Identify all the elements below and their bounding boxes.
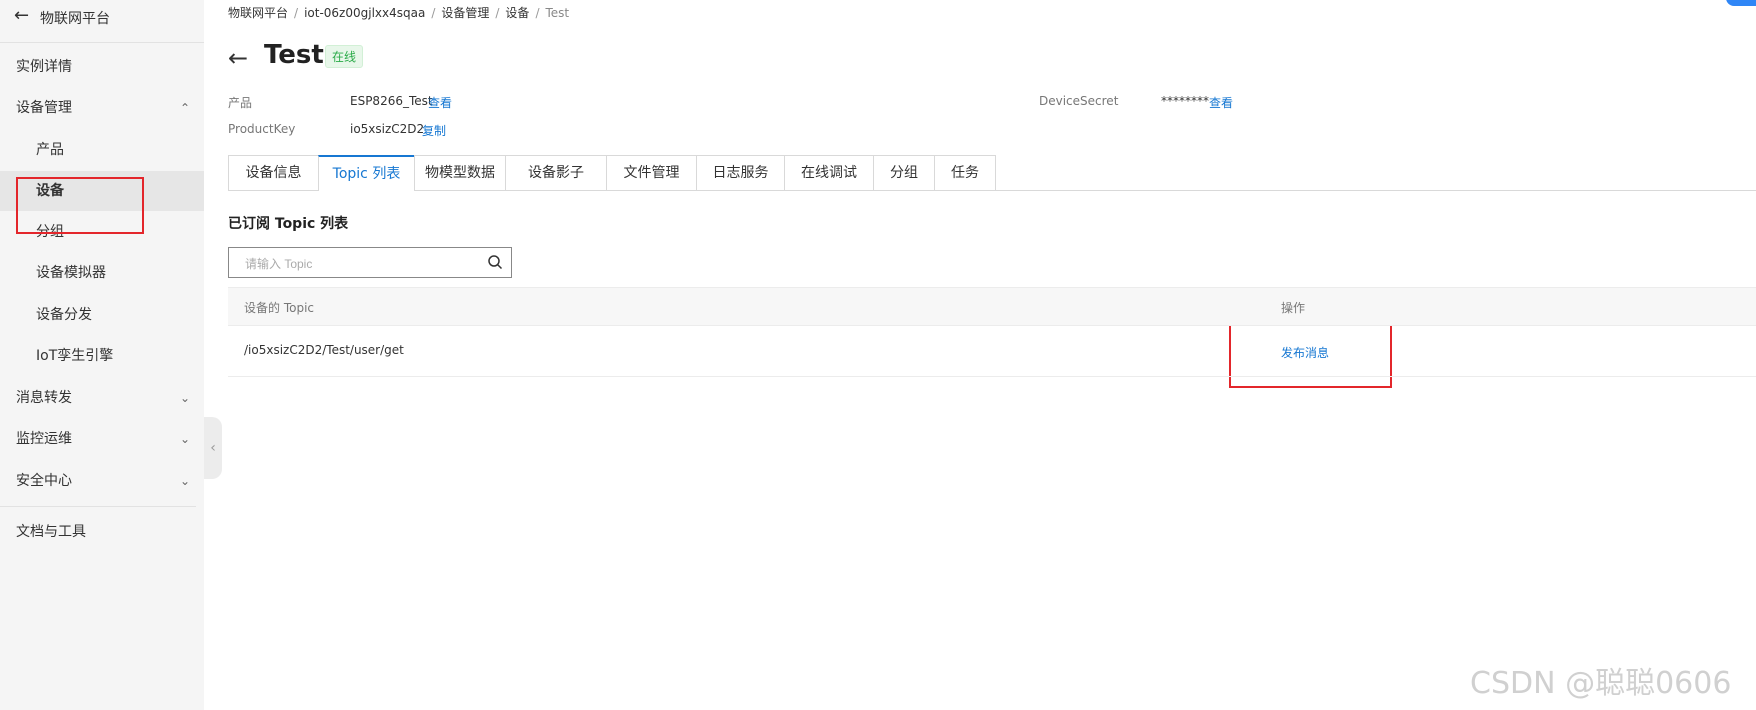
table-row: /io5xsizC2D2/Test/user/get 发布消息 <box>228 325 1756 377</box>
sidebar-item-label: 设备分发 <box>36 307 92 323</box>
breadcrumb-item[interactable]: iot-06z00gjlxx4sqaa <box>304 6 425 20</box>
product-value: ESP8266_Test <box>350 94 433 108</box>
tab-online-debug[interactable]: 在线调试 <box>784 155 874 190</box>
tab-topic-list[interactable]: Topic 列表 <box>318 155 415 191</box>
table-header: 设备的 Topic 操作 <box>228 287 1756 326</box>
devicesecret-view-link[interactable]: 查看 <box>1209 94 1233 111</box>
page-title: Test <box>264 40 324 70</box>
chevron-down-icon: ⌄ <box>180 391 191 405</box>
chevron-down-icon: ⌄ <box>180 474 191 488</box>
sidebar-header: ← 物联网平台 <box>0 0 204 43</box>
topic-search-box <box>228 247 512 278</box>
sidebar-item-device-management[interactable]: 设备管理 ⌃ <box>0 88 204 128</box>
chevron-down-icon: ⌄ <box>180 432 191 446</box>
chevron-left-icon: ‹ <box>210 440 216 456</box>
topic-search-input[interactable] <box>243 254 477 274</box>
tab-group[interactable]: 分组 <box>873 155 935 190</box>
tab-device-shadow[interactable]: 设备影子 <box>505 155 607 190</box>
section-title: 已订阅 Topic 列表 <box>228 216 349 232</box>
sidebar-item-product[interactable]: 产品 <box>0 130 204 170</box>
sidebar-item-label: 安全中心 <box>16 473 72 489</box>
publish-message-link[interactable]: 发布消息 <box>1281 344 1329 361</box>
sidebar-item-label: 文档与工具 <box>16 524 86 540</box>
sidebar-item-instance-detail[interactable]: 实例详情 <box>0 47 204 87</box>
column-header-actions: 操作 <box>1281 301 1306 315</box>
productkey-copy-link[interactable]: 复制 <box>422 122 446 139</box>
productkey-label: ProductKey <box>228 122 296 136</box>
search-icon[interactable] <box>487 254 503 270</box>
sidebar-item-label: 设备管理 <box>16 100 72 116</box>
status-badge: 在线 <box>325 45 364 68</box>
product-label: 产品 <box>228 96 253 110</box>
breadcrumb-item[interactable]: 物联网平台 <box>228 6 288 20</box>
tab-thing-model-data[interactable]: 物模型数据 <box>414 155 506 190</box>
breadcrumb-item[interactable]: 设备管理 <box>441 6 489 20</box>
sidebar-item-device-distribution[interactable]: 设备分发 <box>0 295 204 335</box>
annotation-box-device <box>16 177 144 234</box>
sidebar-item-docs-tools[interactable]: 文档与工具 <box>0 512 204 552</box>
sidebar-item-label: IoT孪生引擎 <box>36 348 114 364</box>
tab-log-service[interactable]: 日志服务 <box>696 155 785 190</box>
breadcrumb-item[interactable]: 设备 <box>505 6 529 20</box>
sidebar-item-device-simulator[interactable]: 设备模拟器 <box>0 253 204 293</box>
sidebar-item-label: 实例详情 <box>16 59 72 75</box>
productkey-value: io5xsizC2D2 <box>350 122 425 136</box>
watermark: CSDN @聪聪0606 <box>1470 666 1732 701</box>
chevron-up-icon: ⌃ <box>180 101 191 115</box>
sidebar-item-label: 产品 <box>36 142 64 158</box>
tab-task[interactable]: 任务 <box>934 155 996 190</box>
breadcrumb: 物联网平台 / iot-06z00gjlxx4sqaa / 设备管理 / 设备 / Test <box>228 6 570 20</box>
sidebar-collapse-handle[interactable]: ‹ <box>204 417 222 479</box>
topic-cell: /io5xsizC2D2/Test/user/get <box>244 343 404 357</box>
arrow-left-icon[interactable]: ← <box>14 5 29 26</box>
back-arrow-icon[interactable]: ← <box>228 44 248 72</box>
sidebar-title: 物联网平台 <box>40 11 110 27</box>
corner-button[interactable] <box>1726 0 1756 6</box>
sidebar-item-security-center[interactable]: 安全中心 ⌄ <box>0 461 204 501</box>
product-view-link[interactable]: 查看 <box>428 94 452 111</box>
breadcrumb-item-current: Test <box>545 6 570 20</box>
sidebar-item-label: 消息转发 <box>16 390 72 406</box>
sidebar-item-label: 设备模拟器 <box>36 265 106 281</box>
tab-file-management[interactable]: 文件管理 <box>606 155 697 190</box>
sidebar-item-iot-twin-engine[interactable]: IoT孪生引擎 <box>0 336 204 376</box>
tab-device-info[interactable]: 设备信息 <box>228 155 319 190</box>
sidebar: ← 物联网平台 实例详情 设备管理 ⌃ 产品 设备 分组 设备模拟器 设备分发 … <box>0 0 204 710</box>
column-header-topic: 设备的 Topic <box>244 301 314 315</box>
sidebar-item-monitoring[interactable]: 监控运维 ⌄ <box>0 419 204 459</box>
devicesecret-label: DeviceSecret <box>1039 94 1119 108</box>
devicesecret-value: ******** <box>1161 94 1209 108</box>
sidebar-item-label: 监控运维 <box>16 431 72 447</box>
sidebar-divider <box>0 506 196 507</box>
sidebar-item-message-forwarding[interactable]: 消息转发 ⌄ <box>0 378 204 418</box>
